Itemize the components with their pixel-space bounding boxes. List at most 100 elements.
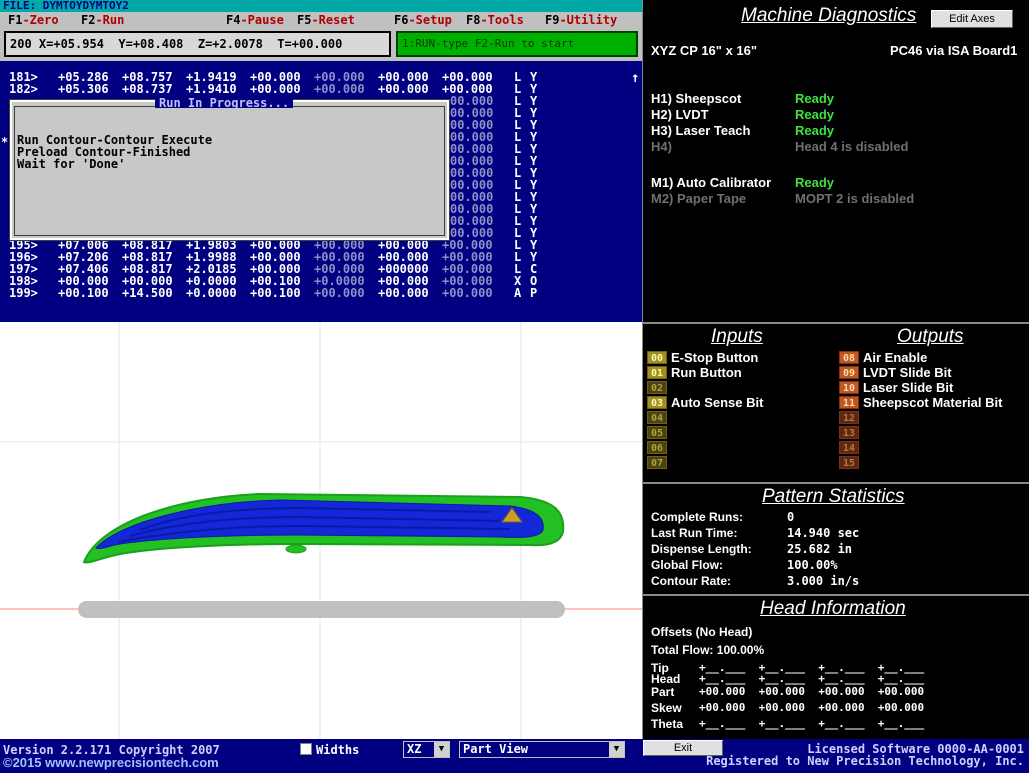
output-bit-label: Sheepscot Material Bit: [863, 395, 1003, 410]
output-bit-number: 10: [839, 381, 859, 394]
output-bit-number: 12: [839, 411, 859, 424]
part-base-bar: [78, 601, 565, 618]
head-status: Ready: [795, 91, 835, 106]
input-bit-02[interactable]: 02: [647, 381, 671, 396]
input-bit-number: 02: [647, 381, 667, 394]
output-bit-10[interactable]: 10 Laser Slide Bit: [839, 381, 953, 396]
f5-reset-key[interactable]: F5-Reset: [297, 12, 355, 28]
input-bit-00[interactable]: 00 E-Stop Button: [647, 351, 758, 366]
file-name-bar: FILE: DYMTOYDYMTOY2: [0, 0, 642, 12]
row-cell: +14.500: [122, 286, 173, 300]
input-bit-number: 04: [647, 411, 667, 424]
stat-label: Global Flow:: [651, 558, 723, 572]
head-label[interactable]: H1) Sheepscot: [651, 91, 741, 106]
edit-axes-button[interactable]: Edit Axes: [931, 10, 1013, 28]
theta-label: Theta: [651, 717, 684, 731]
position-readout: 200 X=+05.954 Y=+08.408 Z=+2.0078 T=+00.…: [4, 31, 391, 57]
function-key-bar: F1-Zero F2-Run F4-Pause F5-Reset F6-Setu…: [0, 12, 642, 28]
inputs-title: Inputs: [711, 326, 763, 347]
pattern-statistics-panel: Pattern Statistics Complete Runs: 0 Last R…: [642, 482, 1029, 594]
output-bit-11[interactable]: 11 Sheepscot Material Bit: [839, 396, 1002, 411]
stats-title: Pattern Statistics: [762, 486, 905, 507]
input-bit-label: Auto Sense Bit: [671, 395, 764, 410]
view-mode-select[interactable]: Part View ▼: [459, 741, 625, 758]
row-cell: +05.306: [58, 82, 109, 96]
output-bit-08[interactable]: 08 Air Enable: [839, 351, 927, 366]
widths-checkbox[interactable]: [300, 743, 312, 755]
head-label[interactable]: H4): [651, 139, 672, 154]
chevron-down-icon[interactable]: ▼: [609, 742, 624, 757]
chevron-down-icon[interactable]: ▼: [434, 742, 449, 757]
output-bit-number: 09: [839, 366, 859, 379]
output-bit-09[interactable]: 09 LVDT Slide Bit: [839, 366, 952, 381]
head-offsets: +__.___ +__.___ +__.___ +__.___: [699, 672, 925, 685]
input-bit-05[interactable]: 05: [647, 426, 671, 441]
row-cell: 199>: [9, 286, 38, 300]
stat-label: Dispense Length:: [651, 542, 752, 556]
output-bit-number: 15: [839, 456, 859, 469]
license-text: Licensed Software 0000-AA-0001 Registere…: [706, 742, 1024, 768]
row-cell: +08.737: [122, 82, 173, 96]
theta-offsets: +__.___ +__.___ +__.___ +__.___: [699, 717, 925, 730]
axis-plane-select[interactable]: XZ ▼: [403, 741, 450, 758]
output-bit-14[interactable]: 14: [839, 441, 863, 456]
f8-tools-key[interactable]: F8-Tools: [466, 12, 524, 28]
dialog-line: Wait for 'Done': [17, 157, 126, 171]
row-cell: +00.000: [378, 286, 429, 300]
input-bit-06[interactable]: 06: [647, 441, 671, 456]
part-3d-view[interactable]: [0, 322, 642, 739]
row-cell: +00.000: [442, 286, 493, 300]
run-in-progress-dialog: Run In Progress... Run Contour-Contour E…: [9, 97, 450, 241]
controller-board: PC46 via ISA Board1: [890, 43, 1018, 58]
f4-pause-key[interactable]: F4-Pause: [226, 12, 284, 28]
stat-value: 14.940 sec: [787, 526, 860, 540]
f1-zero-key[interactable]: F1-Zero: [8, 12, 59, 28]
output-bit-15[interactable]: 15: [839, 456, 863, 471]
axis-plane-value: XZ: [407, 742, 422, 756]
row-cell: +00.000: [314, 286, 365, 300]
part-render: [0, 322, 642, 739]
row-cell: +00.000: [250, 82, 301, 96]
output-bit-label: LVDT Slide Bit: [863, 365, 952, 380]
input-bit-03[interactable]: 03 Auto Sense Bit: [647, 396, 763, 411]
dialog-title: Run In Progress...: [155, 97, 294, 109]
row-cell: +00.100: [58, 286, 109, 300]
output-bit-number: 08: [839, 351, 859, 364]
head-label[interactable]: H2) LVDT: [651, 107, 709, 122]
row-cell: +00.100: [250, 286, 301, 300]
input-bit-07[interactable]: 07: [647, 456, 671, 471]
stat-label: Contour Rate:: [651, 574, 731, 588]
output-bit-12[interactable]: 12: [839, 411, 863, 426]
cursor-marker: *: [1, 135, 9, 149]
row-cell: +0.0000: [186, 286, 237, 300]
stat-label: Last Run Time:: [651, 526, 738, 540]
view-mode-value: Part View: [463, 742, 529, 756]
dialog-messages: Run Contour-Contour Execute Preload Conto…: [17, 134, 212, 170]
bottom-status-bar: Version 2.2.171 Copyright 2007 ©2015 www…: [0, 739, 1029, 773]
head-status: Head 4 is disabled: [795, 139, 909, 154]
input-bit-01[interactable]: 01 Run Button: [647, 366, 742, 381]
input-bit-label: Run Button: [671, 365, 742, 380]
stat-value: 25.682 in: [787, 542, 853, 556]
module-status: Ready: [795, 175, 835, 190]
module-label[interactable]: M2) Paper Tape: [651, 191, 746, 206]
head-label[interactable]: H3) Laser Teach: [651, 123, 750, 138]
part-label: Part: [651, 685, 675, 699]
offsets-label: Offsets (No Head): [651, 625, 753, 639]
run-prompt: 1:RUN-type F2-Run to start: [396, 31, 638, 57]
output-bit-number: 13: [839, 426, 859, 439]
module-label[interactable]: M1) Auto Calibrator: [651, 175, 771, 190]
output-bit-13[interactable]: 13: [839, 426, 863, 441]
f2-run-key[interactable]: F2-Run: [81, 12, 124, 28]
output-bit-label: Laser Slide Bit: [863, 380, 954, 395]
module-status: MOPT 2 is disabled: [795, 191, 915, 206]
f6-setup-key[interactable]: F6-Setup: [394, 12, 452, 28]
skew-offsets: +00.000 +00.000 +00.000 +00.000: [699, 701, 925, 714]
scroll-up-arrow-icon[interactable]: ↑: [631, 70, 639, 86]
io-panel: Inputs Outputs 00 E-Stop Button 01 Run Butt…: [642, 322, 1029, 482]
input-bit-04[interactable]: 04: [647, 411, 671, 426]
f9-utility-key[interactable]: F9-Utility: [545, 12, 617, 28]
output-bit-number: 14: [839, 441, 859, 454]
output-bit-number: 11: [839, 396, 859, 409]
head-status: Ready: [795, 123, 835, 138]
